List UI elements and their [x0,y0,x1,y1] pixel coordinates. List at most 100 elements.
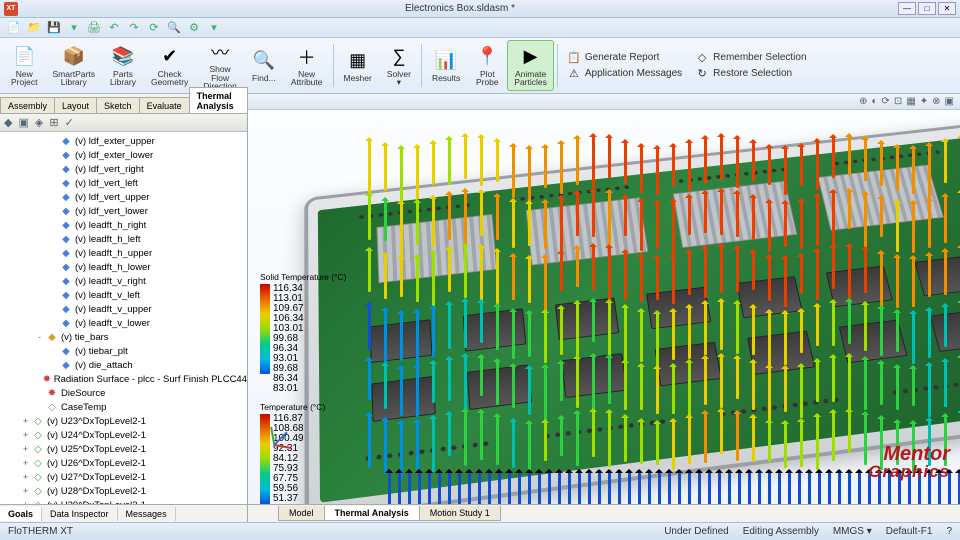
tree-icon[interactable]: ✓ [65,116,74,129]
tree-node[interactable]: ◆(v) leadft_h_upper [0,246,247,260]
parts-library-button[interactable]: 📚Parts Library [103,40,143,91]
left-tab[interactable]: Layout [54,97,97,113]
app-icon: XT [4,2,18,16]
check-geometry-button[interactable]: ✔Check Geometry [144,40,195,91]
quick-access-toolbar: 📄📁💾▾🖨↶↷⟳🔍⚙▾ [0,18,960,38]
tree-node[interactable]: +◇(v) U28^DxTopLevel2-1 [0,484,247,498]
left-tab[interactable]: Sketch [96,97,140,113]
left-tab[interactable]: Assembly [0,97,55,113]
left-panel: AssemblyLayoutSketchEvaluateThermal Anal… [0,94,248,522]
tree-node[interactable]: ◆(v) ldf_exter_lower [0,148,247,162]
maximize-button[interactable]: □ [918,2,936,15]
ribbon: 📄New Project📦SmartParts Library📚Parts Li… [0,38,960,94]
ribbon-text-button[interactable]: ◇Remember Selection [695,51,806,65]
qat-button[interactable]: 📁 [26,20,42,36]
tree-node[interactable]: ◆(v) die_attach [0,358,247,372]
vp-tool[interactable]: ⟳ [882,96,890,107]
bottom-tab[interactable]: Messages [118,507,176,521]
qat-button[interactable]: 💾 [46,20,62,36]
ribbon-text-button[interactable]: 📋Generate Report [567,51,682,65]
qat-button[interactable]: 🔍 [166,20,182,36]
close-button[interactable]: ✕ [938,2,956,15]
tree-icon[interactable]: ◈ [35,116,43,129]
tree-node[interactable]: ◇CaseTemp [0,400,247,414]
qat-button[interactable]: ↶ [106,20,122,36]
minimize-button[interactable]: — [898,2,916,15]
3d-canvas[interactable]: Solid Temperature (°C) 116.34113.01109.6… [248,110,960,504]
tree-node[interactable]: ✸DieSource [0,386,247,400]
tree-node[interactable]: ✸Radiation Surface - plcc - Surf Finish … [0,372,247,386]
tree-node[interactable]: ◆(v) ldf_vert_upper [0,190,247,204]
qat-button[interactable]: 📄 [6,20,22,36]
ribbon-text-button[interactable]: ↻Restore Selection [695,67,806,81]
tree-node[interactable]: ◆(v) leadft_v_right [0,274,247,288]
plot-probe-button[interactable]: 📍Plot Probe [468,40,506,91]
show-flow-button[interactable]: 〰Show Flow Direction [196,40,244,91]
qat-button[interactable]: ⚙ [186,20,202,36]
brand-logo: MentorGraphics [868,445,950,480]
tree-node[interactable]: +◇(v) U27^DxTopLevel2-1 [0,470,247,484]
vp-tool[interactable]: ⊗ [932,96,940,107]
tree-node[interactable]: ◆(v) ldf_exter_upper [0,134,247,148]
animate-particles-button[interactable]: ▶Animate Particles [507,40,554,91]
tree-node[interactable]: ◆(v) ldf_vert_lower [0,204,247,218]
viewport-tab[interactable]: Model [278,506,325,521]
vp-tool[interactable]: ▦ [906,96,915,107]
new-project-button[interactable]: 📄New Project [4,40,44,91]
status-item[interactable]: Default-F1 [886,526,933,537]
tree-node[interactable]: ◆(v) ldf_vert_right [0,162,247,176]
tree-icon[interactable]: ▣ [18,116,28,129]
tree-icon[interactable]: ⊞ [49,116,58,129]
status-item[interactable]: ? [946,526,952,537]
qat-button[interactable]: ▾ [66,20,82,36]
viewport-toolbar: ⊕ ◐ ⟳ ⊡ ▦ ✦ ⊗ ▣ [248,94,960,110]
qat-button[interactable]: ⟳ [146,20,162,36]
vp-tool[interactable]: ⊕ [859,96,867,107]
tree-node[interactable]: +◇(v) U26^DxTopLevel2-1 [0,456,247,470]
qat-button[interactable]: 🖨 [86,20,102,36]
find-button[interactable]: 🔍Find... [245,40,283,91]
tree-node[interactable]: ◆(v) leadft_v_upper [0,302,247,316]
left-panel-toolbar: ◆ ▣ ◈ ⊞ ✓ [0,114,247,132]
results-button[interactable]: 📊Results [425,40,467,91]
tree-icon[interactable]: ◆ [4,116,12,129]
vp-tool[interactable]: ▣ [945,96,954,107]
smartparts-library-button[interactable]: 📦SmartParts Library [45,40,102,91]
bottom-tab[interactable]: Goals [0,507,42,521]
bottom-tab[interactable]: Data Inspector [42,507,118,521]
viewport-tab[interactable]: Motion Study 1 [419,506,501,521]
titlebar: XT Electronics Box.sldasm * — □ ✕ [0,0,960,18]
tree-node[interactable]: ◆(v) leadft_h_left [0,232,247,246]
vp-tool[interactable]: ⊡ [894,96,902,107]
viewport-tab[interactable]: Thermal Analysis [324,506,420,521]
tree-node[interactable]: ◆(v) leadft_v_left [0,288,247,302]
vp-tool[interactable]: ◐ [871,96,877,107]
left-tab[interactable]: Thermal Analysis [189,87,248,113]
qat-button[interactable]: ↷ [126,20,142,36]
qat-button[interactable]: ▾ [206,20,222,36]
tree-node[interactable]: +◇(v) U24^DxTopLevel2-1 [0,428,247,442]
vp-tool[interactable]: ✦ [920,96,928,107]
status-left: FloTHERM XT [8,526,73,537]
ribbon-text-button[interactable]: ⚠Application Messages [567,67,682,81]
feature-tree[interactable]: ◆(v) ldf_exter_upper◆(v) ldf_exter_lower… [0,132,247,504]
tree-node[interactable]: ◆(v) tiebar_plt [0,344,247,358]
new-attribute-button[interactable]: ＋New Attribute [284,40,330,91]
orientation-triad[interactable] [254,424,294,464]
tree-node[interactable]: ◆(v) leadft_h_right [0,218,247,232]
tree-node[interactable]: ◆(v) leadft_h_lower [0,260,247,274]
status-item[interactable]: Editing Assembly [743,526,819,537]
tree-node[interactable]: -◆(v) tie_bars [0,330,247,344]
status-item[interactable]: Under Defined [664,526,728,537]
tree-node[interactable]: ◆(v) leadft_v_lower [0,316,247,330]
solver-button[interactable]: ∑Solver ▾ [380,40,418,91]
window-title: Electronics Box.sldasm * [22,3,898,14]
left-tab[interactable]: Evaluate [139,97,190,113]
tree-node[interactable]: ◆(v) ldf_vert_left [0,176,247,190]
tree-node[interactable]: +◇(v) U23^DxTopLevel2-1 [0,414,247,428]
mesher-button[interactable]: ▦Mesher [337,40,379,91]
status-item[interactable]: MMGS ▾ [833,526,872,537]
tree-node[interactable]: +◇(v) U25^DxTopLevel2-1 [0,442,247,456]
left-panel-tabs: AssemblyLayoutSketchEvaluateThermal Anal… [0,94,247,114]
legend-solid-temp: Solid Temperature (°C) 116.34113.01109.6… [258,270,348,376]
